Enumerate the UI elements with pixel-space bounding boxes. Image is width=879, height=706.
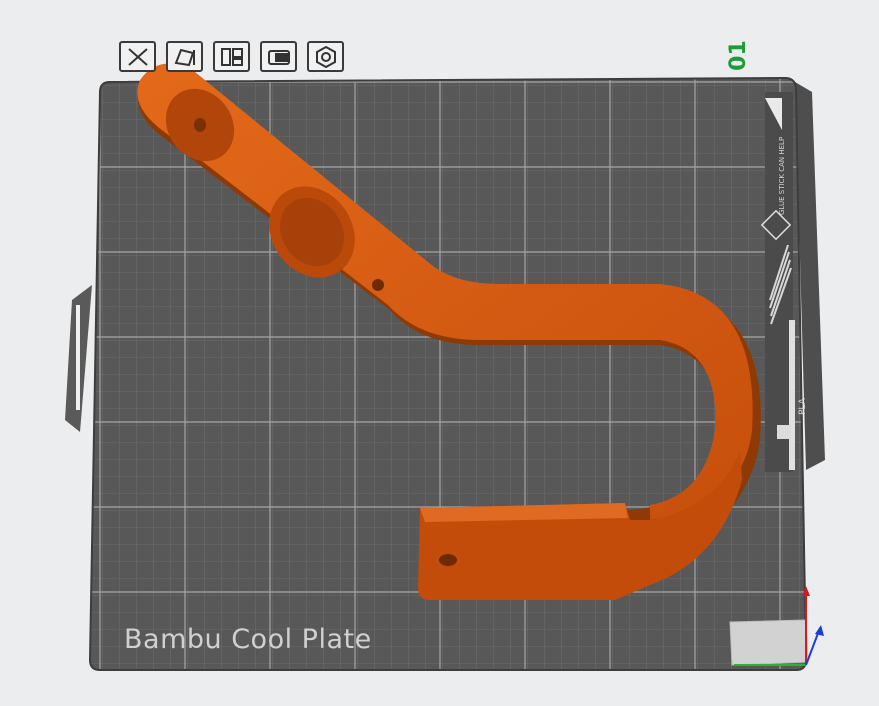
lay-on-face-icon xyxy=(174,48,195,66)
3d-viewport[interactable]: 01 Bambu Cool Plate GLUE STICK CAN HELP … xyxy=(0,0,879,702)
plate-settings-button[interactable] xyxy=(307,41,344,72)
lay-on-face-button[interactable] xyxy=(166,41,203,72)
lock-icon xyxy=(267,49,290,65)
plate-index: 01 xyxy=(725,40,751,71)
auto-orient-button[interactable] xyxy=(119,41,156,72)
plate-toolbar xyxy=(119,41,344,74)
sticker-text: GLUE STICK CAN HELP xyxy=(778,136,786,215)
lock-plate-button[interactable] xyxy=(260,41,297,72)
plate-handle-slot xyxy=(76,305,80,410)
arrange-icon xyxy=(220,47,243,66)
plate-name: Bambu Cool Plate xyxy=(124,624,372,655)
plate-settings-icon xyxy=(315,45,336,68)
material-label: PLA xyxy=(798,398,808,415)
auto-orient-icon xyxy=(127,47,148,66)
arrange-button[interactable] xyxy=(213,41,250,72)
build-plate-scene xyxy=(65,63,825,671)
